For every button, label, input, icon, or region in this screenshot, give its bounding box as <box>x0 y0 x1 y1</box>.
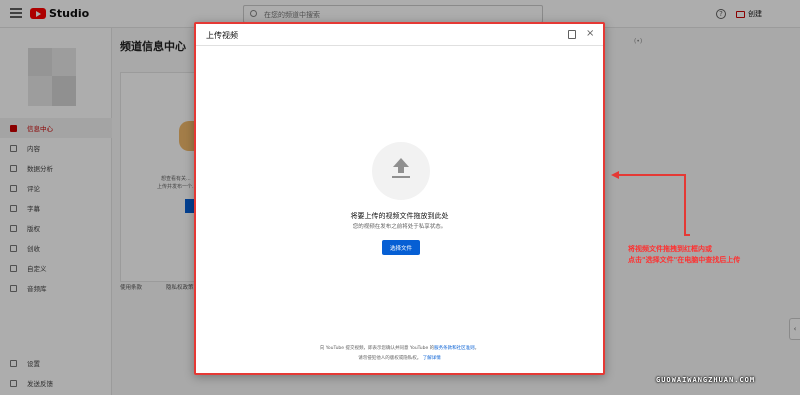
flag-feedback-icon[interactable] <box>568 30 576 39</box>
terms-link[interactable]: 服务条款和社区准则 <box>434 346 475 351</box>
upload-dialog: 上传视频 × 将要上传的视频文件拖放到此处 您的视频在发布之前将处于私享状态。 … <box>194 22 605 375</box>
terms-line-2: 请勿侵犯他人的版权或隐私权。 了解详情 <box>196 354 603 364</box>
upload-arrow-stem <box>398 166 404 173</box>
upload-arrow-base <box>392 176 410 178</box>
dialog-title: 上传视频 <box>206 31 238 40</box>
drop-instruction: 将要上传的视频文件拖放到此处 <box>350 212 449 220</box>
dialog-header: 上传视频 × <box>196 24 603 46</box>
drop-subtext: 您的视频在发布之前将处于私享状态。 <box>352 224 447 230</box>
terms-notice: 向 YouTube 提交视频，即表示您确认并同意 YouTube 的服务条款和社… <box>196 344 603 364</box>
annotation-arrow-line <box>684 174 686 236</box>
watermark: GUOWAIWANGZHUAN.COM <box>656 376 756 384</box>
annotation-arrow-line <box>618 174 686 176</box>
annotation-note: 将视频文件拖拽到红框内或 点击"选择文件"在电脑中查找后上传 <box>628 244 740 266</box>
terms-text: 向 YouTube 提交视频，即表示您确认并同意 YouTube 的 <box>319 346 435 351</box>
upload-drop-zone[interactable] <box>372 142 430 200</box>
annotation-line-1: 将视频文件拖拽到红框内或 <box>628 245 712 253</box>
close-icon[interactable]: × <box>586 28 594 40</box>
annotation-arrow-line <box>684 234 690 236</box>
select-files-button[interactable]: 选择文件 <box>382 240 420 255</box>
annotation-line-2: 点击"选择文件"在电脑中查找后上传 <box>628 256 741 264</box>
learn-more-link[interactable]: 了解详情 <box>423 356 441 361</box>
terms-line-1: 向 YouTube 提交视频，即表示您确认并同意 YouTube 的服务条款和社… <box>319 346 480 351</box>
terms-text: 请勿侵犯他人的版权或隐私权。 <box>358 356 422 361</box>
